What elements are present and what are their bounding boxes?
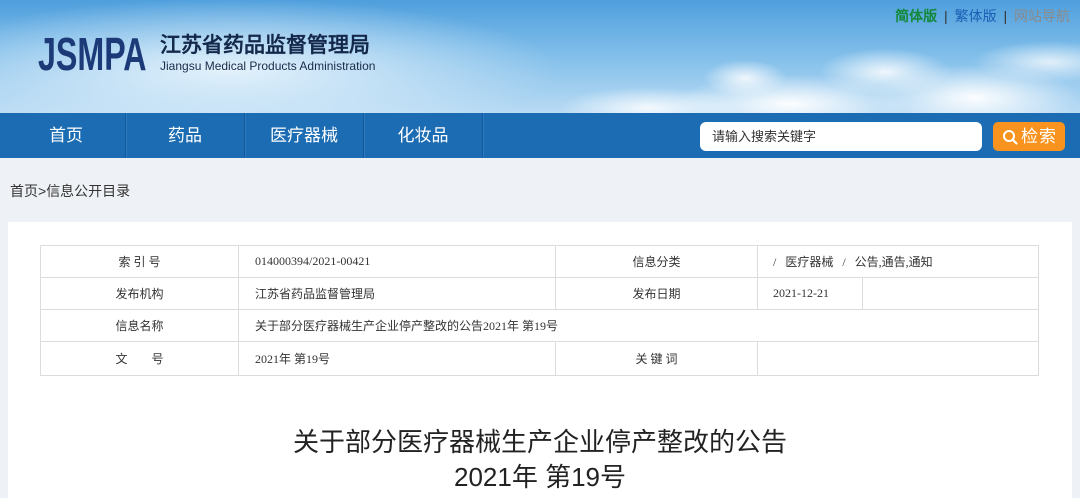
article-heading: 关于部分医疗器械生产企业停产整改的公告 2021年 第19号 [8, 425, 1072, 495]
breadcrumb: 首页>信息公开目录 [10, 181, 130, 201]
table-row: 信息名称 关于部分医疗器械生产企业停产整改的公告2021年 第19号 [40, 309, 1039, 342]
search-input[interactable] [700, 122, 982, 151]
empty-cell [862, 277, 1039, 310]
site-title-en: Jiangsu Medical Products Administration [160, 59, 376, 73]
table-row: 发布机构 江苏省药品监督管理局 发布日期 2021-12-21 [40, 277, 1039, 310]
publish-date-label: 发布日期 [555, 277, 758, 310]
keywords-value [757, 341, 1039, 376]
category-label: 信息分类 [555, 245, 758, 278]
header-banner: JSMPA 江苏省药品监督管理局 Jiangsu Medical Product… [0, 0, 1080, 113]
traditional-chinese-link[interactable]: 繁体版 [955, 8, 997, 24]
article-doc-number: 2021年 第19号 [454, 462, 626, 492]
search-button[interactable]: 检索 [993, 122, 1065, 151]
breadcrumb-separator: > [38, 183, 47, 199]
breadcrumb-current[interactable]: 信息公开目录 [46, 183, 130, 199]
breadcrumb-home-link[interactable]: 首页 [10, 183, 38, 199]
table-row: 文 号 2021年 第19号 关 键 词 [40, 341, 1039, 376]
site-navigation-link[interactable]: 网站导航 [1014, 8, 1070, 24]
nav-item-medical-devices[interactable]: 医疗器械 [245, 113, 364, 158]
keywords-label: 关 键 词 [555, 341, 758, 376]
top-link-separator: | [944, 8, 948, 24]
document-number-value: 2021年 第19号 [238, 341, 556, 376]
top-link-separator: | [1003, 8, 1008, 24]
nav-item-home[interactable]: 首页 [7, 113, 126, 158]
search-icon [1003, 130, 1018, 145]
publish-date-value: 2021-12-21 [757, 277, 863, 310]
site-logo[interactable]: JSMPA [38, 31, 147, 77]
info-name-label: 信息名称 [40, 309, 239, 342]
table-row: 索 引 号 014000394/2021-00421 信息分类 / 医疗器械 /… [40, 245, 1039, 278]
simplified-chinese-link[interactable]: 简体版 [895, 8, 937, 24]
info-metadata-table: 索 引 号 014000394/2021-00421 信息分类 / 医疗器械 /… [40, 245, 1039, 376]
article-title: 关于部分医疗器械生产企业停产整改的公告 [292, 427, 787, 457]
index-number-label: 索 引 号 [40, 245, 239, 278]
category-value: / 医疗器械 / 公告,通告,通知 [757, 245, 1039, 278]
publisher-value: 江苏省药品监督管理局 [238, 277, 556, 310]
document-number-label: 文 号 [40, 341, 239, 376]
info-name-value: 关于部分医疗器械生产企业停产整改的公告2021年 第19号 [238, 309, 1039, 342]
search-button-label: 检索 [1021, 127, 1057, 146]
index-number-value: 014000394/2021-00421 [238, 245, 556, 278]
top-links: 简体版 | 繁体版 | 网站导航 [895, 7, 1070, 25]
nav-item-drugs[interactable]: 药品 [126, 113, 245, 158]
publisher-label: 发布机构 [40, 277, 239, 310]
site-title-cn: 江苏省药品监督管理局 [160, 34, 370, 57]
nav-item-cosmetics[interactable]: 化妆品 [364, 113, 483, 158]
